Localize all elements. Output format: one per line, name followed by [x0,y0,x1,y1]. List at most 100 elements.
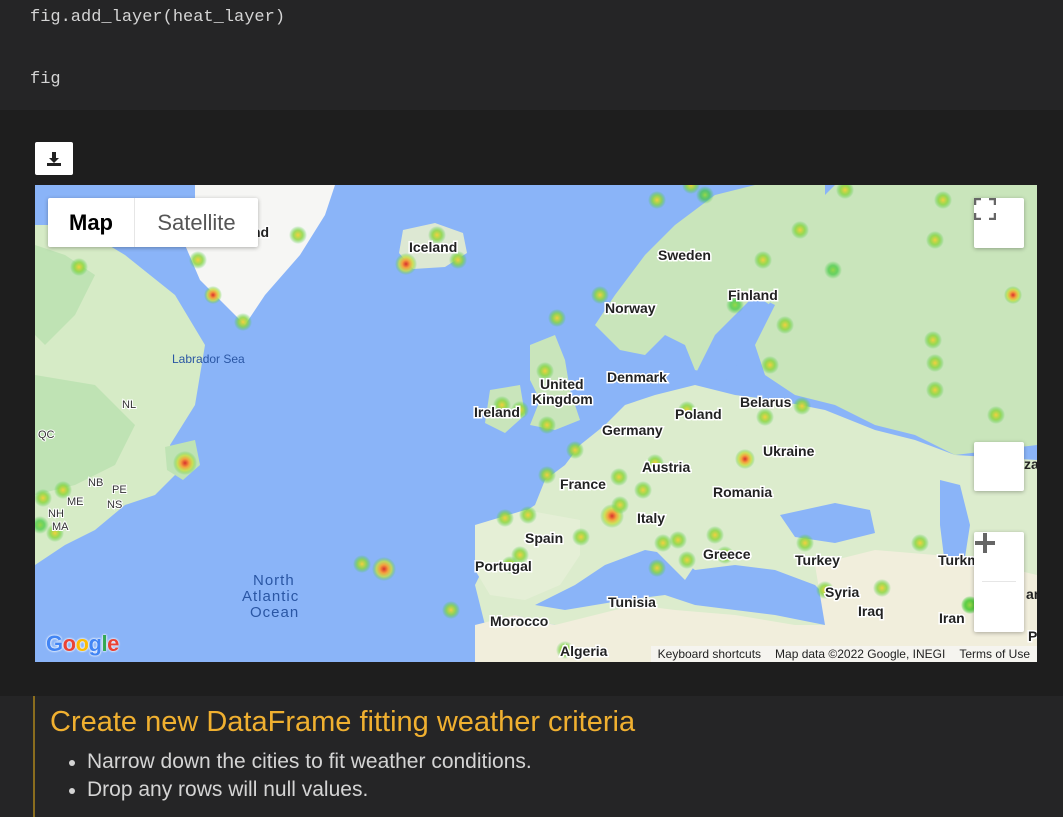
code-cell[interactable]: fig.add_layer(heat_layer) fig [0,0,1063,110]
heat-point [353,555,371,573]
heat-point [911,534,929,552]
heat-point [189,251,207,269]
map-label: Greece [703,546,751,562]
heat-point [1004,286,1022,304]
heat-point [924,331,942,349]
water-label: Labrador Sea [172,352,245,366]
heat-point [538,466,556,484]
map-label: Kingdom [532,391,593,407]
heat-point [611,496,629,514]
map-label: Iraq [858,603,884,619]
heat-point [926,231,944,249]
heat-point [735,449,755,469]
heat-point [648,559,666,577]
map-label: United [540,376,584,392]
heat-point [987,406,1005,424]
heat-point [761,356,779,374]
heat-point [754,251,772,269]
heat-point [926,381,944,399]
pegman-button[interactable]: za [974,442,1037,491]
maptype-control[interactable]: Map Satellite [48,198,258,247]
heat-point [519,506,537,524]
download-button[interactable] [35,142,73,175]
heat-point [648,191,666,209]
heat-point [395,253,417,275]
google-logo: Google [46,631,119,656]
markdown-heading: Create new DataFrame fitting weather cri… [50,706,636,738]
map-label: MA [52,521,69,533]
map-label: Norway [605,300,656,316]
map-label: Ireland [474,404,520,420]
heat-point [654,534,672,552]
heat-point [873,579,891,597]
heat-point [756,408,774,426]
list-item: Narrow down the cities to fit weather co… [69,748,532,776]
map-label: Tunisia [608,594,656,610]
minus-icon [975,541,995,545]
heat-point [70,258,88,276]
map-label: Iceland [409,239,457,255]
map-label: Syria [825,584,859,600]
map-label: Belarus [740,394,792,410]
map-type-satellite-button[interactable]: Satellite [135,198,258,247]
map-label: Turkey [795,552,840,568]
heat-point [204,286,222,304]
heat-point [706,526,724,544]
map-label: Romania [713,484,772,500]
map-type-map-button[interactable]: Map [48,198,135,247]
heat-point [548,309,566,327]
heat-point [776,316,794,334]
map-footer: Keyboard shortcuts Map data ©2022 Google… [650,646,1037,662]
heat-point [793,397,811,415]
map-label: NL [122,399,136,411]
zoom-out-button[interactable] [974,541,1024,632]
zoom-control[interactable]: an [974,532,1037,632]
map-canvas[interactable]: nd Iceland Sweden Norway Finland Denmark… [35,185,1037,662]
heat-point [634,481,652,499]
map-label: Poland [675,406,722,422]
map-label: NH [48,508,64,520]
map-label: Iran [939,610,965,626]
map-label: P [1028,628,1037,644]
list-item: Drop any rows will null values. [69,776,532,804]
heat-point [234,313,252,331]
heat-point [934,191,952,209]
map-label: PE [112,484,127,496]
heat-point [610,468,628,486]
heat-point [173,451,197,475]
water-label: Ocean [250,604,299,621]
map-label: ME [67,496,84,508]
download-icon [47,151,61,166]
water-label: North [253,572,295,589]
map-label: Portugal [475,558,532,574]
heat-point [572,528,590,546]
code-line: fig.add_layer(heat_layer) [30,8,286,27]
fullscreen-icon [974,198,996,220]
markdown-list: Narrow down the cities to fit weather co… [69,748,532,804]
heat-point [538,416,556,434]
heat-point [372,557,396,581]
map-label: Finland [728,287,778,303]
terms-of-use-link[interactable]: Terms of Use [952,646,1037,662]
fullscreen-button[interactable] [974,198,1024,248]
map-label: Austria [642,459,690,475]
map-label: Sweden [658,247,711,263]
map-data-attribution: Map data ©2022 Google, INEGI [768,646,953,662]
map-label: an [1026,586,1037,602]
markdown-cell[interactable]: Create new DataFrame fitting weather cri… [0,696,1063,817]
heat-point [442,601,460,619]
zoom-divider [982,581,1016,582]
heat-point [496,509,514,527]
heat-point [289,226,307,244]
cell-border [33,696,35,817]
keyboard-shortcuts-link[interactable]: Keyboard shortcuts [650,646,769,662]
code-line: fig [30,70,61,89]
map-label: NS [107,499,122,511]
map-label: Algeria [560,643,608,659]
map-label: Ukraine [763,443,815,459]
heat-point [796,534,814,552]
map-label: NB [88,477,103,489]
heat-point [669,531,687,549]
map-view[interactable]: nd Iceland Sweden Norway Finland Denmark… [35,185,1037,662]
map-label: Germany [602,422,663,438]
